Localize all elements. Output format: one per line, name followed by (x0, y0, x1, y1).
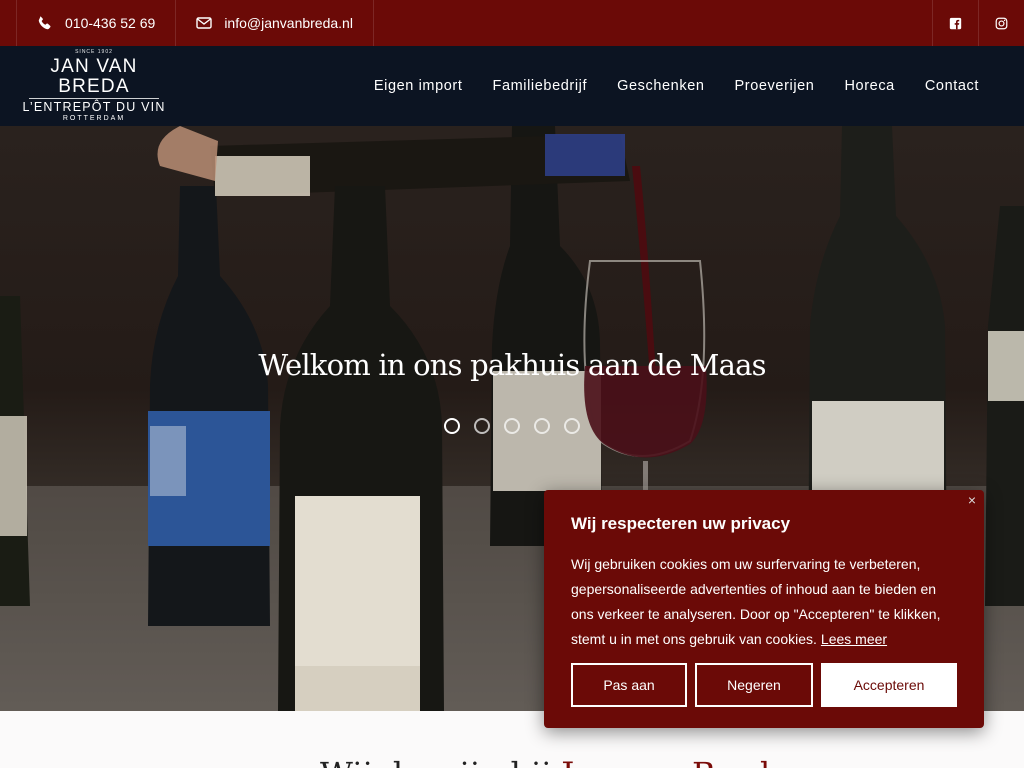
main-navigation: SINCE 1902 JAN VAN BREDA L’ENTREPÔT DU V… (0, 46, 1024, 126)
instagram-link[interactable] (978, 0, 1024, 46)
nav-item-proeverijen[interactable]: Proeverijen (735, 78, 815, 94)
instagram-icon (995, 17, 1008, 29)
slide-dot-5[interactable] (564, 418, 580, 434)
logo-since: SINCE 1902 (75, 48, 113, 55)
envelope-icon (196, 17, 213, 29)
intro-heading: Wij de wijn bij Jan van Breda (320, 755, 789, 768)
site-logo[interactable]: SINCE 1902 JAN VAN BREDA L’ENTREPÔT DU V… (14, 49, 174, 124)
cookie-consent-dialog: × Wij respecteren uw privacy Wij gebruik… (544, 490, 984, 728)
customize-button[interactable]: Pas aan (571, 663, 687, 707)
logo-subtitle: L’ENTREPÔT DU VIN (22, 99, 166, 114)
top-contact-bar: 010-436 52 69 info@janvanbreda.nl (0, 0, 1024, 46)
nav-item-geschenken[interactable]: Geschenken (617, 78, 704, 94)
slide-dot-3[interactable] (504, 418, 520, 434)
email-contact[interactable]: info@janvanbreda.nl (176, 0, 374, 46)
intro-heading-accent: Jan van Breda (561, 755, 789, 768)
facebook-link[interactable] (932, 0, 978, 46)
slider-pagination (0, 418, 1024, 434)
phone-contact[interactable]: 010-436 52 69 (16, 0, 177, 46)
intro-heading-start: Wij de wijn bij (320, 755, 561, 768)
reject-button[interactable]: Negeren (695, 663, 813, 707)
nav-item-eigen-import[interactable]: Eigen import (374, 78, 463, 94)
slide-dot-2[interactable] (474, 418, 490, 434)
logo-divider (29, 97, 159, 99)
nav-menu: Eigen import Familiebedrijf Geschenken P… (374, 78, 979, 94)
cookie-buttons: Pas aan Negeren Accepteren (571, 663, 957, 707)
hero-title: Welkom in ons pakhuis aan de Maas (258, 348, 766, 382)
accept-button[interactable]: Accepteren (821, 663, 957, 707)
nav-item-horeca[interactable]: Horeca (844, 78, 894, 94)
slide-dot-1[interactable] (444, 418, 460, 434)
close-icon[interactable]: × (968, 492, 976, 508)
phone-number[interactable]: 010-436 52 69 (65, 15, 155, 31)
slide-dot-4[interactable] (534, 418, 550, 434)
facebook-icon (949, 17, 962, 29)
cookie-read-more-link[interactable]: Lees meer (821, 631, 887, 647)
cookie-body: Wij gebruiken cookies om uw surfervaring… (571, 552, 957, 652)
nav-item-familiebedrijf[interactable]: Familiebedrijf (492, 78, 587, 94)
phone-icon (38, 16, 51, 30)
nav-item-contact[interactable]: Contact (925, 78, 979, 94)
logo-city: ROTTERDAM (62, 114, 126, 122)
email-address[interactable]: info@janvanbreda.nl (224, 15, 353, 31)
cookie-title: Wij respecteren uw privacy (571, 514, 791, 533)
logo-name: JAN VAN BREDA (50, 55, 138, 97)
